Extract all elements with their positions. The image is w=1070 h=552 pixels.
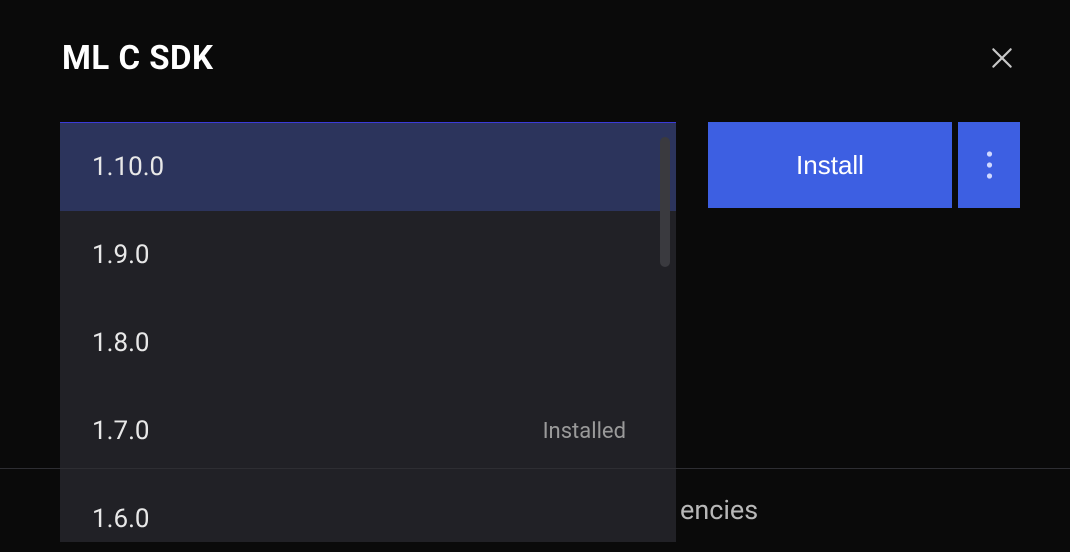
version-option[interactable]: 1.9.0 (60, 211, 676, 299)
version-option[interactable]: 1.6.0 (60, 475, 676, 542)
close-icon (989, 45, 1015, 71)
version-label: 1.8.0 (92, 328, 150, 358)
page-title: ML C SDK (62, 39, 214, 78)
version-label: 1.9.0 (92, 240, 150, 270)
version-label: 1.10.0 (92, 152, 164, 182)
version-option[interactable]: 1.7.0 Installed (60, 387, 676, 475)
close-button[interactable] (982, 38, 1022, 78)
version-badge: Installed (543, 419, 644, 444)
install-button[interactable]: Install (708, 122, 952, 208)
kebab-icon (986, 151, 993, 179)
background-section-label: encies (680, 494, 758, 526)
more-actions-button[interactable] (958, 122, 1020, 208)
scrollbar-thumb[interactable] (660, 137, 670, 267)
version-label: 1.7.0 (92, 416, 150, 446)
section-divider (0, 468, 1070, 469)
version-label: 1.6.0 (92, 504, 150, 534)
version-dropdown[interactable]: 1.10.0 1.9.0 1.8.0 1.7.0 Installed 1.6.0 (60, 122, 676, 542)
version-option[interactable]: 1.10.0 (60, 123, 676, 211)
version-option[interactable]: 1.8.0 (60, 299, 676, 387)
